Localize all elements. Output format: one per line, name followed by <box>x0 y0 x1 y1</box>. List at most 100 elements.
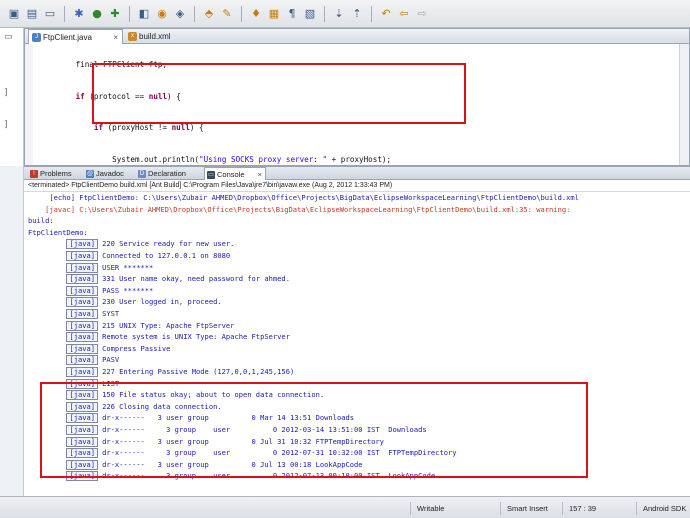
new-class-icon[interactable]: ◈ <box>172 6 188 22</box>
toggle-block-icon[interactable]: ▦ <box>266 6 282 22</box>
console-line: [java] Connected to 127.0.0.1 on 8080 <box>28 251 230 261</box>
console-line-text: C:\Users\Zubair AHMED\Dropbox\Office\Pro… <box>79 204 571 214</box>
console-line-text: PASV <box>102 355 120 365</box>
tab-label: build.xml <box>139 32 171 41</box>
console-line-tag: [java] <box>66 274 99 285</box>
console-line-text: Compress Passive <box>102 343 171 353</box>
console-line-text: PASS ******* <box>102 285 154 295</box>
left-gutter <box>0 166 24 496</box>
next-annotation-icon[interactable]: ⇣ <box>331 6 347 22</box>
console-line: build: <box>28 216 54 225</box>
console-line-text: Remote system is UNIX Type: Apache FtpSe… <box>102 332 290 342</box>
xml-file-icon: x <box>128 32 137 41</box>
console-line-tag: [java] <box>66 239 99 250</box>
status-insert-mode: Smart Insert <box>500 502 560 515</box>
console-line: [java] 331 User name okay, need password … <box>28 274 290 285</box>
console-line-text: build: <box>28 216 54 226</box>
console-line: [java] PASS ******* <box>28 285 154 296</box>
new-package-icon[interactable]: ◉ <box>154 6 170 22</box>
console-line-text: SYST <box>102 309 120 318</box>
toolbar-separator <box>371 5 372 22</box>
output-highlight-box <box>40 382 588 478</box>
console-line-tag: [java] <box>66 332 99 343</box>
console-line: [java] SYST <box>28 309 119 319</box>
run-external-icon[interactable]: ✚ <box>107 6 123 22</box>
editor-scrollbar[interactable] <box>679 44 689 165</box>
new-java-project-icon[interactable]: ◧ <box>136 6 152 22</box>
open-type-icon[interactable]: ⬘ <box>201 6 217 22</box>
java-file-icon: J <box>32 33 41 42</box>
toolbar-separator <box>194 5 195 22</box>
status-writable: Writable <box>410 502 490 515</box>
minimize-icon[interactable]: ▭ <box>4 32 13 42</box>
console-line-tag: [java] <box>66 320 99 331</box>
tab-label: Console <box>217 170 245 179</box>
marker-icon: ] <box>4 120 8 130</box>
console-line-text: 220 Service ready for new user. <box>102 239 235 249</box>
tab-console[interactable]: ▭ Console × <box>204 167 266 180</box>
console-line: [echo] FtpClientDemo: C:\Users\Zubair AH… <box>28 193 579 202</box>
last-edit-icon[interactable]: ↶ <box>378 6 394 22</box>
console-line-text: FtpClientDemo: C:\Users\Zubair AHMED\Dro… <box>79 193 579 202</box>
tab-label: Javadoc <box>96 169 124 178</box>
console-line: [java] 215 UNIX Type: Apache FtpServer <box>28 320 235 331</box>
console-line: [javac] C:\Users\Zubair AHMED\Dropbox\Of… <box>28 205 570 214</box>
toolbar-separator <box>324 5 325 22</box>
status-bar: Writable Smart Insert 157 : 39 Android S… <box>0 496 690 518</box>
status-cursor-position: 157 : 39 <box>562 502 632 515</box>
console-line: [java] PASV <box>28 355 120 366</box>
console-header: <terminated> FtpClientDemo build.xml [An… <box>24 180 690 192</box>
console-line: [java] Compress Passive <box>28 343 171 354</box>
console-line-text: 331 User name okay, need password for ah… <box>102 274 290 284</box>
console-line-tag: [java] <box>66 262 99 273</box>
console-line: [java] USER ******* <box>28 262 154 273</box>
console-line-tag: [java] <box>66 309 99 319</box>
tab-declaration[interactable]: D Declaration <box>136 167 202 180</box>
code-line: if (proxyHost != null) { <box>93 123 204 132</box>
search-icon[interactable]: ✎ <box>219 6 235 22</box>
show-whitespace-icon[interactable]: ¶ <box>284 6 300 22</box>
console-line-tag: [java] <box>66 251 99 261</box>
toggle-mark-icon[interactable]: ♦ <box>248 6 264 22</box>
debug-icon[interactable]: ✱ <box>71 6 87 22</box>
console-line-tag: [java] <box>66 297 99 308</box>
view-tab-bar: ! Problems @ Javadoc D Declaration ▭ Con… <box>24 166 690 180</box>
prev-annotation-icon[interactable]: ⇡ <box>349 6 365 22</box>
console-line-tag: [java] <box>66 285 99 296</box>
console-line-text: USER ******* <box>102 262 154 272</box>
console-line: [java] Remote system is UNIX Type: Apache… <box>28 332 290 343</box>
toolbar-separator <box>129 5 130 22</box>
toolbar-separator <box>241 5 242 22</box>
tab-javadoc[interactable]: @ Javadoc <box>84 167 130 180</box>
save-all-icon[interactable]: ▣ <box>6 6 22 22</box>
console-line-prefix: [echo] <box>28 193 80 202</box>
back-icon[interactable]: ⇦ <box>396 6 412 22</box>
console-icon: ▭ <box>207 171 215 179</box>
toggle-breadcrumb-icon[interactable]: ▧ <box>302 6 318 22</box>
marker-icon: ] <box>4 88 8 98</box>
console-line-text: Connected to 127.0.0.1 on 8080 <box>102 251 231 260</box>
tab-label: Problems <box>40 169 72 178</box>
console-icon[interactable]: ▭ <box>42 6 58 22</box>
close-icon[interactable]: × <box>113 30 118 45</box>
console-line-text: 230 User logged in, proceed. <box>102 297 222 307</box>
console-line: [java] 220 Service ready for new user. <box>28 239 235 250</box>
console-line: FtpClientDemo: <box>28 228 88 237</box>
tab-build-xml[interactable]: x build.xml <box>125 29 195 44</box>
console-line-text: 215 UNIX Type: Apache FtpServer <box>102 320 235 330</box>
editor-tab-bar: J FtpClient.java × x build.xml <box>25 29 689 44</box>
package-explorer-edge: ▭ ] ] <box>0 28 24 166</box>
code-line: System.out.println("Using SOCKS proxy se… <box>39 154 392 164</box>
run-icon[interactable]: ● <box>89 6 105 22</box>
annotation-ruler <box>25 44 33 165</box>
tab-label: FtpClient.java <box>43 33 92 42</box>
tab-ftpclient-java[interactable]: J FtpClient.java × <box>28 29 123 44</box>
main-toolbar: ▣ ▤ ▭ ✱ ● ✚ ◧ ◉ ◈ ⬘ ✎ ♦ ▦ ¶ ▧ ⇣ ⇡ ↶ ⇦ ⇨ <box>0 0 690 28</box>
print-icon[interactable]: ▤ <box>24 6 40 22</box>
console-line-tag: [java] <box>66 343 99 354</box>
forward-icon[interactable]: ⇨ <box>414 6 430 22</box>
problems-icon: ! <box>30 170 38 178</box>
code-highlight-box <box>92 63 466 124</box>
console-line: [java] 230 User logged in, proceed. <box>28 297 222 308</box>
tab-problems[interactable]: ! Problems <box>28 167 74 180</box>
